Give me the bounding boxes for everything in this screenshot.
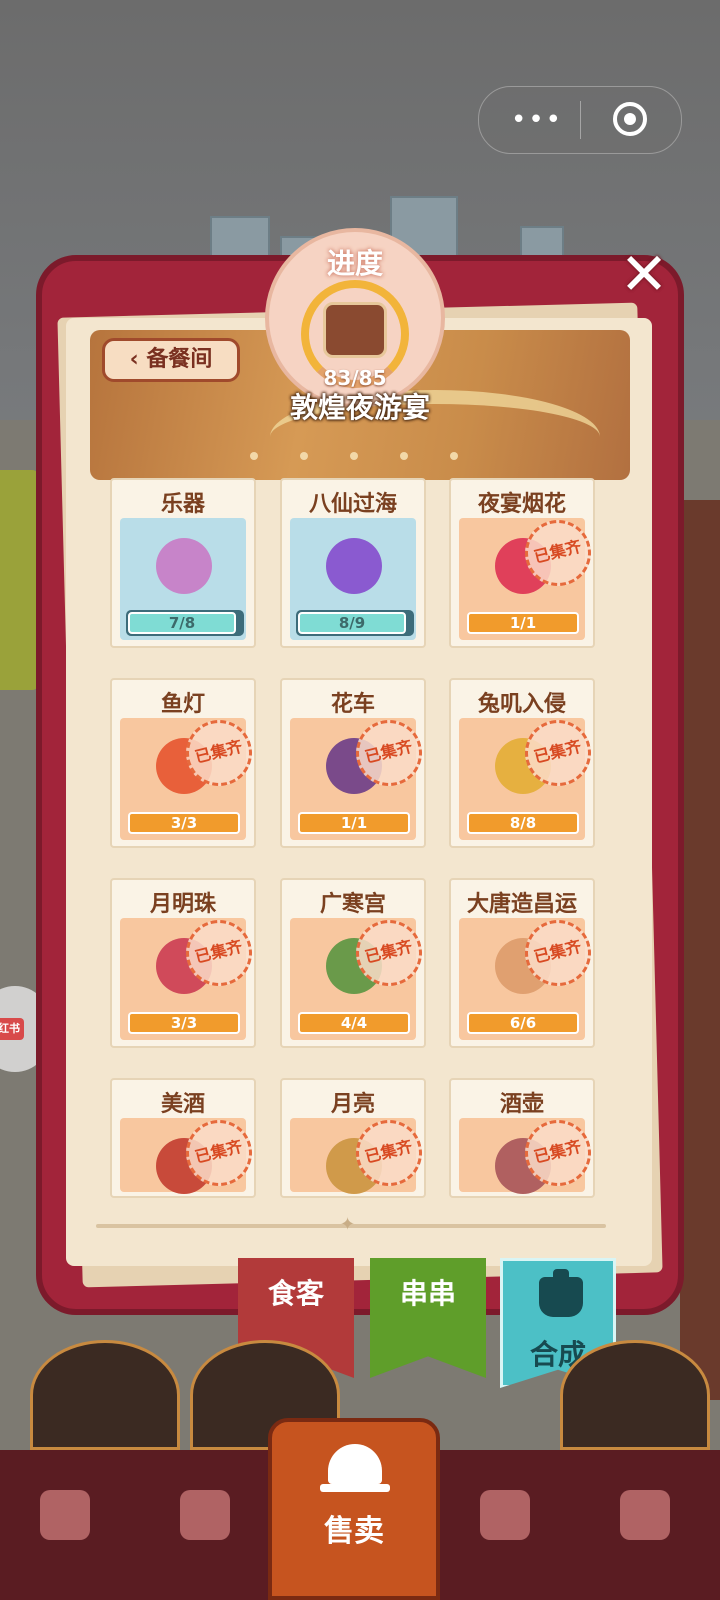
progress-title: 进度 bbox=[326, 247, 383, 280]
close-button[interactable]: ✕ bbox=[616, 245, 672, 304]
card-image: 8/9 bbox=[290, 518, 416, 640]
back-button-label: 备餐间 bbox=[146, 347, 213, 372]
card-name: 广寒宫 bbox=[319, 892, 386, 917]
nav-item-bag[interactable] bbox=[10, 1470, 120, 1580]
card-name: 酒壶 bbox=[499, 1092, 544, 1117]
page-indicator bbox=[240, 452, 480, 464]
nav-item-profile[interactable] bbox=[450, 1470, 560, 1580]
progress-medal: 进度 83/85 bbox=[265, 228, 445, 408]
tab-skewers-label: 串串 bbox=[399, 1277, 456, 1310]
collection-card[interactable]: 月明珠 3/3 已集齐 bbox=[110, 878, 260, 1048]
card-name: 月亮 bbox=[330, 1092, 375, 1117]
bus-icon bbox=[620, 1490, 670, 1540]
card-progress-bar: 4/4 bbox=[298, 1012, 410, 1034]
card-image: 1/1 已集齐 bbox=[459, 512, 599, 640]
card-progress-bar: 6/6 bbox=[467, 1012, 579, 1034]
card-name: 兔叽入侵 bbox=[477, 692, 566, 717]
chevron-left-icon: ‹ bbox=[129, 347, 147, 372]
target-circle-icon[interactable] bbox=[613, 102, 647, 136]
collection-card[interactable]: 花车 1/1 已集齐 bbox=[280, 678, 430, 848]
card-name: 花车 bbox=[330, 692, 375, 717]
nav-sell-label: 售卖 bbox=[324, 1514, 384, 1549]
card-name: 月明珠 bbox=[149, 892, 216, 917]
collection-card[interactable]: 乐器 7/8 bbox=[110, 478, 256, 648]
card-name: 乐器 bbox=[160, 492, 205, 517]
nav-item-sell[interactable]: 售卖 bbox=[268, 1418, 440, 1600]
profile-icon bbox=[480, 1490, 530, 1540]
event-chest-icon bbox=[323, 302, 387, 358]
item-art-icon bbox=[326, 538, 382, 594]
event-title: 敦煌夜游宴 bbox=[289, 391, 430, 424]
miniprogram-capsule: ••• bbox=[478, 86, 682, 154]
capsule-divider bbox=[580, 101, 581, 139]
card-progress-bar: 1/1 bbox=[467, 612, 579, 634]
back-button[interactable]: ‹ 备餐间 bbox=[102, 338, 240, 382]
background-bus bbox=[0, 470, 40, 690]
card-image: 6/6 已集齐 bbox=[459, 912, 599, 1040]
card-name: 大唐造昌运 bbox=[466, 892, 577, 917]
card-image: 3/3 已集齐 bbox=[120, 712, 260, 840]
card-progress-bar: 8/8 bbox=[467, 812, 579, 834]
card-image: 8/8 已集齐 bbox=[459, 712, 599, 840]
collection-card[interactable]: 美酒 已集齐 bbox=[110, 1078, 260, 1198]
card-image: 1/1 已集齐 bbox=[290, 712, 430, 840]
card-name: 夜宴烟花 bbox=[477, 492, 566, 517]
collection-card[interactable]: 酒壶 已集齐 bbox=[449, 1078, 599, 1198]
collection-card[interactable]: 兔叽入侵 8/8 已集齐 bbox=[449, 678, 599, 848]
more-icon[interactable]: ••• bbox=[507, 105, 567, 135]
bell-base bbox=[320, 1484, 390, 1492]
collection-card[interactable]: 广寒宫 4/4 已集齐 bbox=[280, 878, 430, 1048]
card-image: 已集齐 bbox=[120, 1112, 260, 1194]
background-shopfront bbox=[680, 500, 720, 1400]
card-progress-bar: 3/3 bbox=[128, 812, 240, 834]
card-image: 7/8 bbox=[120, 518, 246, 640]
collection-card[interactable]: 月亮 已集齐 bbox=[280, 1078, 430, 1198]
tab-diners-label: 食客 bbox=[267, 1277, 324, 1310]
card-name: 八仙过海 bbox=[308, 492, 397, 517]
collection-card[interactable]: 八仙过海 8/9 bbox=[280, 478, 426, 648]
card-image: 已集齐 bbox=[290, 1112, 430, 1194]
side-bubble-label: 红书 bbox=[0, 1018, 24, 1040]
bag-icon bbox=[40, 1490, 90, 1540]
handshake-icon bbox=[180, 1490, 230, 1540]
card-image: 4/4 已集齐 bbox=[290, 912, 430, 1040]
collection-card[interactable]: 大唐造昌运 6/6 已集齐 bbox=[449, 878, 599, 1048]
nav-item-handshake[interactable] bbox=[150, 1470, 260, 1580]
item-art-icon bbox=[156, 538, 212, 594]
card-name: 美酒 bbox=[160, 1092, 205, 1117]
nav-item-bus[interactable] bbox=[590, 1470, 700, 1580]
card-progress-bar: 7/8 bbox=[128, 612, 236, 634]
card-progress-bar: 1/1 bbox=[298, 812, 410, 834]
card-image: 已集齐 bbox=[459, 1112, 599, 1194]
pot-icon bbox=[539, 1269, 583, 1317]
divider-ornament-icon: ✦ bbox=[340, 1214, 356, 1235]
card-progress-bar: 3/3 bbox=[128, 1012, 240, 1034]
card-progress-bar: 8/9 bbox=[298, 612, 406, 634]
service-bell-icon bbox=[328, 1444, 382, 1484]
card-name: 鱼灯 bbox=[160, 692, 205, 717]
card-image: 3/3 已集齐 bbox=[120, 912, 260, 1040]
collection-card[interactable]: 夜宴烟花 1/1 已集齐 bbox=[449, 478, 599, 648]
collection-card[interactable]: 鱼灯 3/3 已集齐 bbox=[110, 678, 260, 848]
